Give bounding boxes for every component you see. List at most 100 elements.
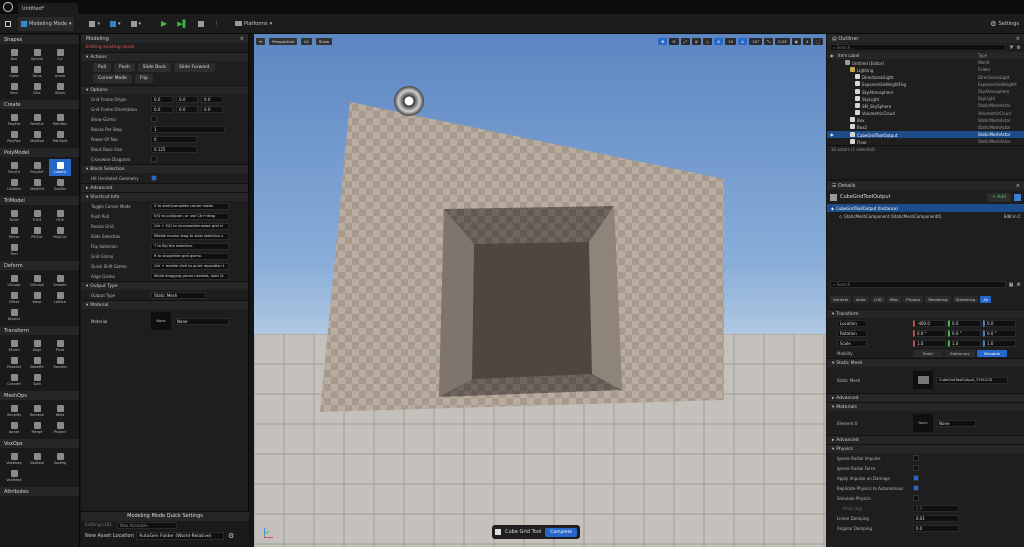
lod-dropdown[interactable]: Max Available <box>117 522 177 529</box>
tool-button[interactable]: Lattice <box>49 289 71 306</box>
filter-chip[interactable]: All <box>980 295 992 303</box>
lit-button[interactable]: Lit <box>301 37 312 45</box>
action-button[interactable]: Flip <box>134 74 153 83</box>
transform-field[interactable]: 0.0 <box>948 319 981 327</box>
tool-button[interactable]: Warp <box>26 289 48 306</box>
sky-sphere-gizmo[interactable] <box>394 86 424 116</box>
tool-button[interactable]: TriEd <box>26 207 48 224</box>
filter-icon[interactable]: ⧩ <box>1009 45 1013 51</box>
tool-button[interactable]: PlnCut <box>26 224 48 241</box>
tool-button[interactable]: Jacket <box>3 419 25 436</box>
tool-button[interactable]: PolyExt <box>3 111 25 128</box>
filter-chip[interactable]: Misc <box>886 295 902 303</box>
mobility-option[interactable]: Static <box>913 349 943 357</box>
outliner-row[interactable]: DirectionalLight DirectionalLight <box>827 74 1024 81</box>
scale-mode-icon[interactable]: ⤢ <box>680 37 690 45</box>
tool-category-3[interactable]: TriModel <box>0 196 79 205</box>
tool-category-7[interactable]: VoxOps <box>0 439 79 448</box>
details-search-input[interactable]: ⌕ Search <box>830 281 1006 288</box>
outliner-row[interactable]: ◉ CubeGridToolOutput StaticMeshActor <box>827 131 1024 139</box>
step-button[interactable]: ▶▌ <box>174 17 191 31</box>
show-button[interactable]: Show <box>315 37 333 45</box>
grid-snap-icon[interactable]: # <box>713 37 724 45</box>
tool-button[interactable]: PolyRev <box>3 128 25 145</box>
transform-label[interactable]: Location <box>837 319 867 327</box>
angle-snap-icon[interactable]: ∠ <box>738 37 748 45</box>
action-button[interactable]: Corner Mode <box>93 74 132 83</box>
tool-button[interactable]: Offset <box>3 289 25 306</box>
camera-speed-icon[interactable]: ◉ <box>791 37 801 45</box>
tool-category-5[interactable]: Transform <box>0 326 79 335</box>
close-icon[interactable]: × <box>1016 36 1020 42</box>
outliner-row[interactable]: Floor StaticMeshActor <box>827 138 1024 145</box>
output-type-dropdown[interactable]: Static Mesh <box>151 291 206 299</box>
select-mode-icon[interactable]: ✥ <box>658 37 668 45</box>
cinematics-button[interactable]: ▾ <box>128 17 145 31</box>
tool-button[interactable]: Smooth <box>49 272 71 289</box>
transform-field[interactable]: 1.0 <box>913 339 946 347</box>
angle-snap-value[interactable]: 10° <box>749 37 763 45</box>
actions-section[interactable]: ▾ Actions <box>81 52 248 61</box>
level-viewport[interactable]: ≡ Perspective Lit Show ✥ ⟳ ⤢ ◎ ◇ # 10 ∠ … <box>254 34 826 547</box>
item-label-header[interactable]: Item Label <box>838 53 978 58</box>
material-dropdown[interactable]: None <box>174 317 229 325</box>
mobility-option[interactable]: Stationary <box>945 349 975 357</box>
world-icon[interactable]: ◎ <box>691 37 702 45</box>
option-field[interactable]: 0.0 <box>151 95 173 103</box>
tool-category-1[interactable]: Create <box>0 100 79 109</box>
shortcut-section[interactable]: ▾ Shortcut Info <box>81 192 248 201</box>
tool-button[interactable]: Remesh <box>26 402 48 419</box>
tool-button[interactable]: Arrow <box>49 63 71 80</box>
gear-icon[interactable]: ⚙ <box>1017 282 1021 288</box>
filter-chip[interactable]: Actor <box>852 295 869 303</box>
options-section[interactable]: ▾ Options <box>81 85 248 94</box>
option-field[interactable]: 0.0 <box>176 95 198 103</box>
outliner-row[interactable]: Untitled (Editor) World <box>827 59 1024 66</box>
material-thumbnail[interactable]: None <box>913 414 933 432</box>
tool-button[interactable]: PathExt <box>26 111 48 128</box>
add-actor-button[interactable]: ▾ <box>86 17 103 31</box>
surface-snap-icon[interactable]: ◇ <box>703 37 712 45</box>
filter-chip[interactable]: Rendering <box>925 295 951 303</box>
close-icon[interactable]: × <box>240 36 244 42</box>
physics-checkbox[interactable] <box>913 495 919 501</box>
static-mesh-dropdown[interactable]: CubeGridToolOutput_37612C8 <box>936 376 1008 384</box>
level-tab[interactable]: Untitled* <box>18 3 78 14</box>
tool-button[interactable]: Displce <box>3 306 25 323</box>
modeling-tab[interactable]: Modeling × <box>81 34 248 43</box>
material-section[interactable]: ▾ Material <box>81 300 248 309</box>
tool-button[interactable]: Merge <box>26 419 48 436</box>
instance-row[interactable]: ◈ CubeGridToolOutput (Instance) <box>827 204 1024 212</box>
tool-button[interactable]: Simplify <box>3 402 25 419</box>
save-button[interactable] <box>2 17 14 31</box>
filter-chip[interactable]: Physics <box>903 295 924 303</box>
materials-section[interactable]: ▾ Materials <box>827 402 1024 411</box>
tool-button[interactable]: Mirror <box>3 224 25 241</box>
tool-button[interactable]: Stairs <box>49 80 71 97</box>
tool-button[interactable]: Convert <box>3 371 25 388</box>
tool-button[interactable]: Weld <box>49 402 71 419</box>
advanced-section[interactable]: ▸ Advanced <box>827 393 1024 402</box>
actor-name[interactable]: CubeGridToolOutput <box>840 194 984 200</box>
tool-button[interactable]: UnWeld <box>3 176 25 193</box>
block-selection-section[interactable]: ▾ Block Selection <box>81 164 248 173</box>
physics-section[interactable]: ▾ Physics <box>827 444 1024 453</box>
tool-button[interactable]: XForm <box>3 337 25 354</box>
grid-snap-value[interactable]: 10 <box>725 37 736 45</box>
component-row[interactable]: ◇ StaticMeshComponent (StaticMeshCompone… <box>827 212 1024 220</box>
outliner-search-input[interactable]: ⌕ Search... <box>830 44 1007 51</box>
option-field[interactable]: 0.125 <box>151 145 197 153</box>
transform-field[interactable]: 1.0 <box>983 339 1016 347</box>
action-button[interactable]: Push <box>114 63 135 72</box>
action-button[interactable]: Slide Forward <box>174 63 215 72</box>
transform-field[interactable]: 0.0 ° <box>913 329 946 337</box>
tool-button[interactable]: CubeGr <box>49 159 71 176</box>
static-mesh-section[interactable]: ▾ Static Mesh <box>827 358 1024 367</box>
transform-field[interactable]: 0.0 ° <box>948 329 981 337</box>
transform-field[interactable]: 0.0 ° <box>983 329 1016 337</box>
tool-button[interactable]: PolyDef <box>26 159 48 176</box>
tool-category-0[interactable]: Shapes <box>0 35 79 44</box>
transform-field[interactable]: 0.0 <box>983 319 1016 327</box>
angular-damping-field[interactable]: 0.0 <box>913 524 959 532</box>
transform-label[interactable]: Scale <box>837 339 867 347</box>
